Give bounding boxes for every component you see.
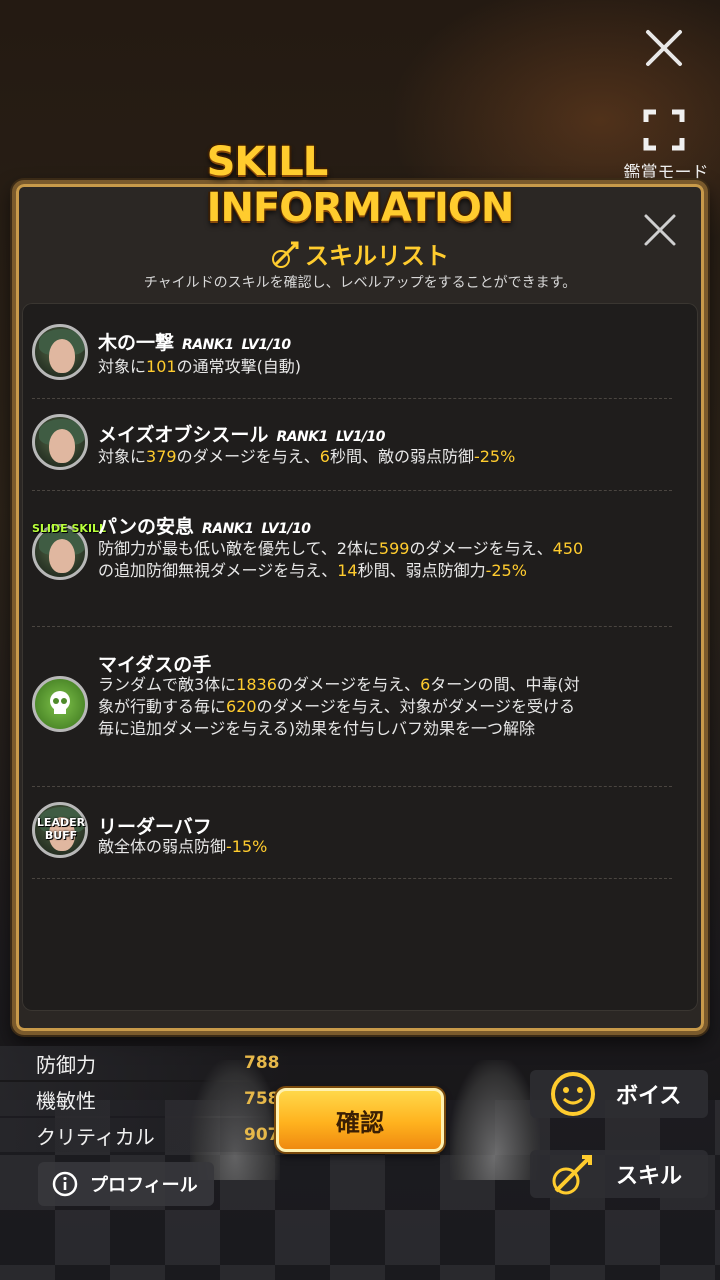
panel-title: SKILL INFORMATION <box>206 139 515 231</box>
stat-label: 機敏性 <box>36 1088 96 1113</box>
skill-item[interactable]: メイズオブシスール RANK1 LV1/10 対象に379のダメージを与え、6秒… <box>32 414 672 490</box>
skill-name: リーダーバフ <box>98 816 212 838</box>
stat-value: 907 <box>244 1125 280 1145</box>
skill-level: LV1/10 <box>335 429 386 445</box>
stat-label: 防御力 <box>36 1052 96 1077</box>
confirm-button[interactable]: 確認 <box>276 1088 444 1152</box>
voice-button-label: ボイス <box>616 1084 682 1109</box>
skill-button[interactable]: スキル <box>530 1150 708 1198</box>
voice-button[interactable]: ボイス <box>530 1070 708 1118</box>
skill-item[interactable]: SLIDE SKILL パンの安息 RANK1 LV1/10 防御力が最も低い敵… <box>32 512 672 622</box>
skill-name: パンの安息 <box>98 516 194 538</box>
skill-name: 木の一撃 <box>98 332 175 354</box>
skill-avatar-icon <box>32 324 88 380</box>
skill-level: LV1/10 <box>241 337 291 353</box>
stat-value: 788 <box>244 1053 280 1073</box>
close-icon[interactable] <box>640 24 688 72</box>
poison-skull-icon <box>32 676 88 732</box>
divider <box>32 490 672 491</box>
stat-row: 機敏性 758 <box>0 1082 290 1116</box>
skill-list-subtitle: チャイルドのスキルを確認し、レベルアップをすることができます。 <box>143 275 577 291</box>
skill-description: 対象に101の通常攻撃(自動) <box>98 357 302 376</box>
skill-item[interactable]: マイダスの手 ランダムで敵3体に1836のダメージを与え、6ターンの間、中毒(対… <box>32 650 672 770</box>
skill-rank: RANK1 <box>276 429 328 445</box>
skill-avatar-icon <box>32 414 88 470</box>
divider <box>32 626 672 627</box>
skill-description: ランダムで敵3体に1836のダメージを与え、6ターンの間、中毒(対象が行動する毎… <box>98 675 580 738</box>
skill-description: 防御力が最も低い敵を優先して、2体に599のダメージを与え、450の追加防御無視… <box>98 539 584 580</box>
skill-level: LV1/10 <box>261 521 311 537</box>
profile-button-label: プロフィール <box>90 1175 198 1196</box>
stat-row: クリティカル 907 <box>0 1118 290 1152</box>
skill-item[interactable]: LEADER BUFF リーダーバフ 敵全体の弱点防御-15% <box>32 802 672 882</box>
fullscreen-icon[interactable] <box>640 106 688 154</box>
divider <box>32 398 672 399</box>
divider <box>32 878 672 879</box>
smiley-icon <box>550 1071 596 1117</box>
skill-sword-icon <box>271 239 301 269</box>
skill-sword-icon <box>550 1151 596 1197</box>
divider <box>32 786 672 787</box>
skill-list-title: スキルリスト <box>305 242 449 270</box>
skill-button-label: スキル <box>616 1164 683 1189</box>
slide-skill-badge: SLIDE SKILL <box>32 522 107 535</box>
stat-row: 防御力 788 <box>0 1046 290 1080</box>
leader-buff-badge: LEADER BUFF <box>36 816 86 842</box>
skill-rank: RANK1 <box>182 337 234 353</box>
skill-rank: RANK1 <box>201 521 254 537</box>
stat-label: クリティカル <box>36 1124 155 1149</box>
skill-description: 対象に379のダメージを与え、6秒間、敵の弱点防御-25% <box>98 447 516 466</box>
skill-name: メイズオブシスール <box>98 424 269 446</box>
character-shoe-right <box>450 1060 540 1180</box>
info-icon <box>52 1171 78 1197</box>
skill-list-header: スキルリスト <box>22 236 698 271</box>
profile-button[interactable]: プロフィール <box>38 1162 214 1206</box>
stat-value: 758 <box>244 1089 280 1109</box>
skill-name: マイダスの手 <box>98 654 212 676</box>
skill-item[interactable]: 木の一撃 RANK1 LV1/10 対象に101の通常攻撃(自動) <box>32 324 672 398</box>
skill-description: 敵全体の弱点防御-15% <box>98 837 268 856</box>
